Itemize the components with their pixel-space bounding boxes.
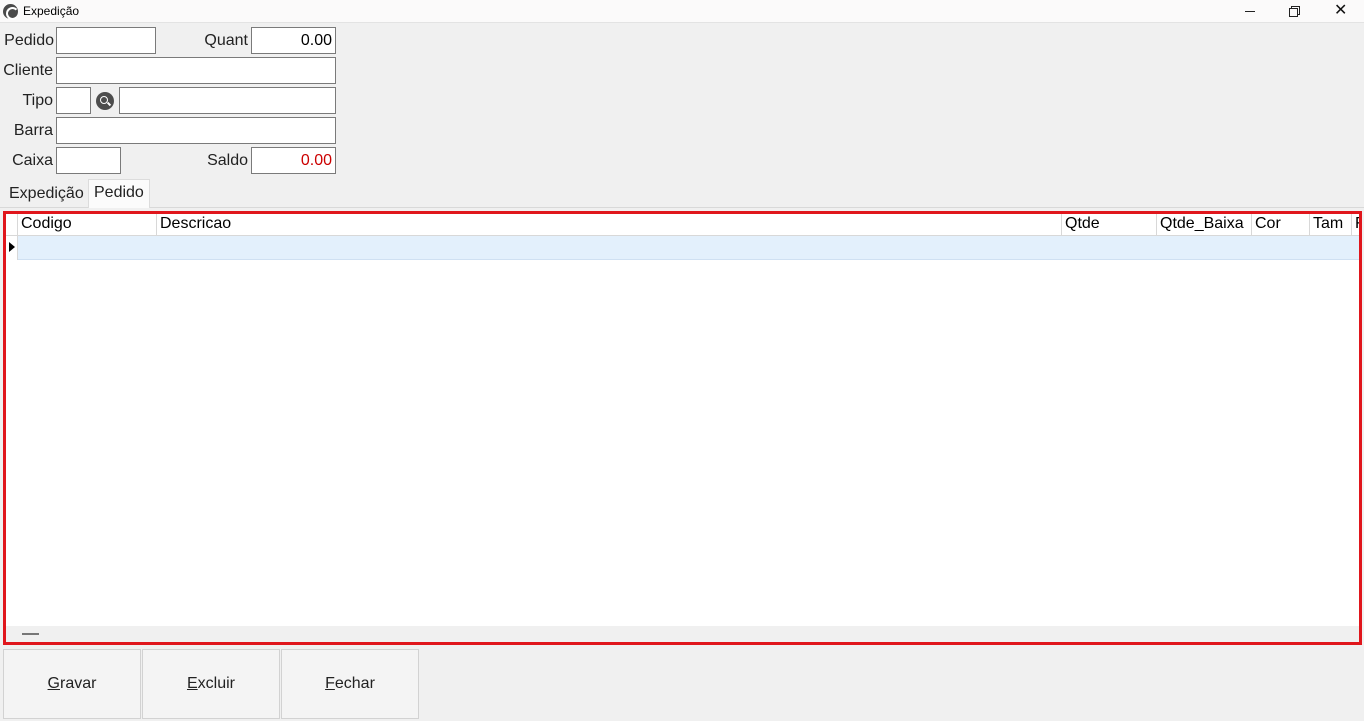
tab-strip xyxy=(0,178,1364,208)
excluir-button[interactable]: Excluir xyxy=(142,649,280,719)
items-grid[interactable]: Codigo Descricao Qtde Qtde_Baixa Cor Tam… xyxy=(6,214,1359,642)
fechar-button[interactable]: Fechar xyxy=(281,649,419,719)
cliente-input[interactable] xyxy=(56,57,336,84)
tab-pedido[interactable]: Pedido xyxy=(88,179,150,208)
column-header-codigo[interactable]: Codigo xyxy=(18,214,157,236)
title-bar: Expedição ✕ xyxy=(0,0,1364,23)
tab-expedicao[interactable]: Expedição xyxy=(4,181,89,208)
gravar-label: ravar xyxy=(60,675,97,692)
app-logo-icon xyxy=(3,4,19,20)
quant-label: Quant xyxy=(204,32,248,49)
saldo-input[interactable] xyxy=(251,147,336,174)
window-title: Expedição xyxy=(23,4,80,18)
gravar-accel: G xyxy=(47,675,60,692)
tipo-code-input[interactable] xyxy=(56,87,91,114)
minimize-button[interactable] xyxy=(1228,0,1274,23)
column-header-descricao[interactable]: Descricao xyxy=(157,214,1062,236)
search-icon[interactable] xyxy=(96,92,114,110)
barra-label: Barra xyxy=(13,122,53,139)
excluir-accel: E xyxy=(186,675,198,692)
column-header-cor[interactable]: Cor xyxy=(1252,214,1310,236)
column-header-tam[interactable]: Tam xyxy=(1310,214,1352,236)
column-header-qtde[interactable]: Qtde xyxy=(1062,214,1157,236)
row-indicator-header xyxy=(6,214,18,236)
tipo-description-input[interactable] xyxy=(119,87,336,114)
cliente-label: Cliente xyxy=(3,62,53,79)
current-row-arrow-icon xyxy=(6,236,18,260)
column-header-qtde-baixa[interactable]: Qtde_Baixa xyxy=(1157,214,1252,236)
quant-input[interactable] xyxy=(251,27,336,54)
pedido-label: Pedido xyxy=(4,32,54,49)
fechar-accel: F xyxy=(325,675,335,692)
barra-input[interactable] xyxy=(56,117,336,144)
minimize-icon xyxy=(1245,11,1255,12)
column-header-f[interactable]: F xyxy=(1352,214,1359,236)
pedido-input[interactable] xyxy=(56,27,156,54)
caixa-input[interactable] xyxy=(56,147,121,174)
gravar-button[interactable]: Gravar xyxy=(3,649,141,719)
close-button[interactable]: ✕ xyxy=(1318,0,1364,23)
maximize-button[interactable] xyxy=(1272,0,1318,23)
horizontal-scrollbar[interactable] xyxy=(6,626,1359,642)
tipo-label: Tipo xyxy=(22,92,53,109)
caixa-label: Caixa xyxy=(12,152,53,169)
fechar-label: echar xyxy=(334,675,375,692)
scroll-thumb[interactable] xyxy=(22,633,39,635)
excluir-label: xcluir xyxy=(197,675,235,692)
grid-header: Codigo Descricao Qtde Qtde_Baixa Cor Tam… xyxy=(6,214,1359,236)
close-icon: ✕ xyxy=(1334,2,1348,19)
table-row[interactable] xyxy=(18,236,1359,260)
saldo-label: Saldo xyxy=(207,152,248,169)
